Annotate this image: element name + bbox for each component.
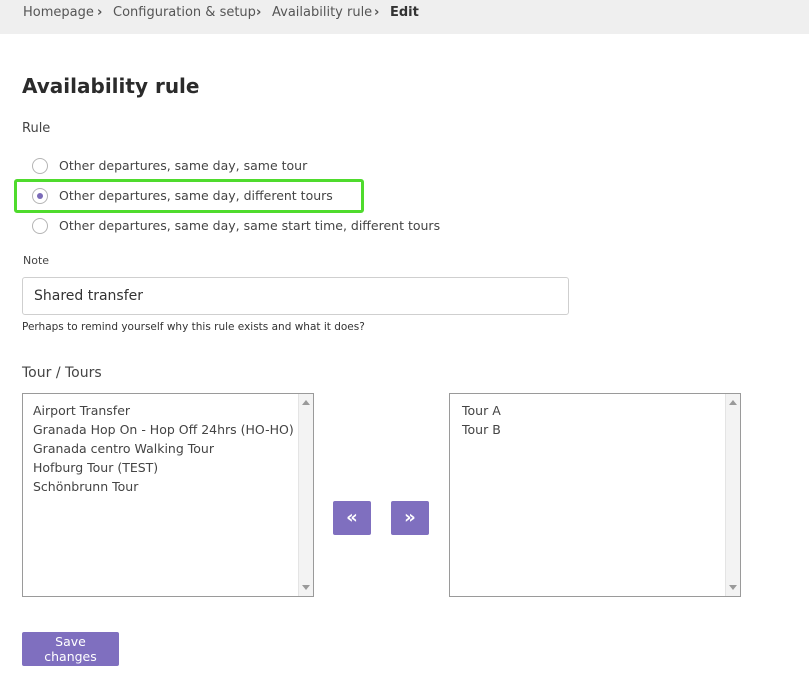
scroll-down-icon[interactable] bbox=[302, 585, 310, 590]
breadcrumb: Homepage › Configuration & setup › Avail… bbox=[0, 0, 809, 34]
radio-button[interactable] bbox=[32, 218, 48, 234]
page-title: Availability rule bbox=[22, 74, 200, 98]
breadcrumb-current: Edit bbox=[390, 5, 419, 20]
list-item[interactable]: Hofburg Tour (TEST) bbox=[33, 458, 294, 477]
rule-option-label: Other departures, same day, same tour bbox=[59, 158, 308, 173]
save-changes-button[interactable]: Save changes bbox=[22, 632, 119, 666]
note-input[interactable] bbox=[22, 277, 569, 315]
list-item[interactable]: Granada centro Walking Tour bbox=[33, 439, 294, 458]
tours-label: Tour / Tours bbox=[22, 365, 102, 381]
breadcrumb-availability-rule[interactable]: Availability rule bbox=[272, 5, 372, 20]
chevron-right-icon: › bbox=[374, 5, 380, 20]
selected-tours-items: Tour A Tour B bbox=[462, 401, 501, 439]
rule-label: Rule bbox=[22, 121, 51, 136]
rule-option-label: Other departures, same day, same start t… bbox=[59, 218, 441, 233]
chevron-right-icon: › bbox=[256, 5, 262, 20]
note-label: Note bbox=[23, 254, 50, 267]
scrollbar[interactable] bbox=[298, 394, 313, 596]
list-item[interactable]: Tour A bbox=[462, 401, 501, 420]
selected-tours-list[interactable]: Tour A Tour B bbox=[449, 393, 741, 597]
radio-button[interactable] bbox=[32, 158, 48, 174]
list-item[interactable]: Granada Hop On - Hop Off 24hrs (HO-HO) bbox=[33, 420, 294, 439]
note-help-text: Perhaps to remind yourself why this rule… bbox=[22, 321, 365, 333]
breadcrumb-homepage[interactable]: Homepage bbox=[23, 5, 94, 20]
available-tours-list[interactable]: Airport Transfer Granada Hop On - Hop Of… bbox=[22, 393, 314, 597]
move-left-button[interactable]: « bbox=[333, 501, 371, 535]
scrollbar[interactable] bbox=[725, 394, 740, 596]
selection-highlight bbox=[14, 179, 364, 213]
scroll-up-icon[interactable] bbox=[302, 400, 310, 405]
scroll-up-icon[interactable] bbox=[729, 400, 737, 405]
scroll-down-icon[interactable] bbox=[729, 585, 737, 590]
list-item[interactable]: Schönbrunn Tour bbox=[33, 477, 294, 496]
list-item[interactable]: Tour B bbox=[462, 420, 501, 439]
chevron-right-icon: › bbox=[97, 5, 103, 20]
move-right-button[interactable]: » bbox=[391, 501, 429, 535]
available-tours-items: Airport Transfer Granada Hop On - Hop Of… bbox=[33, 401, 294, 496]
breadcrumb-configuration[interactable]: Configuration & setup bbox=[113, 5, 256, 20]
list-item[interactable]: Airport Transfer bbox=[33, 401, 294, 420]
